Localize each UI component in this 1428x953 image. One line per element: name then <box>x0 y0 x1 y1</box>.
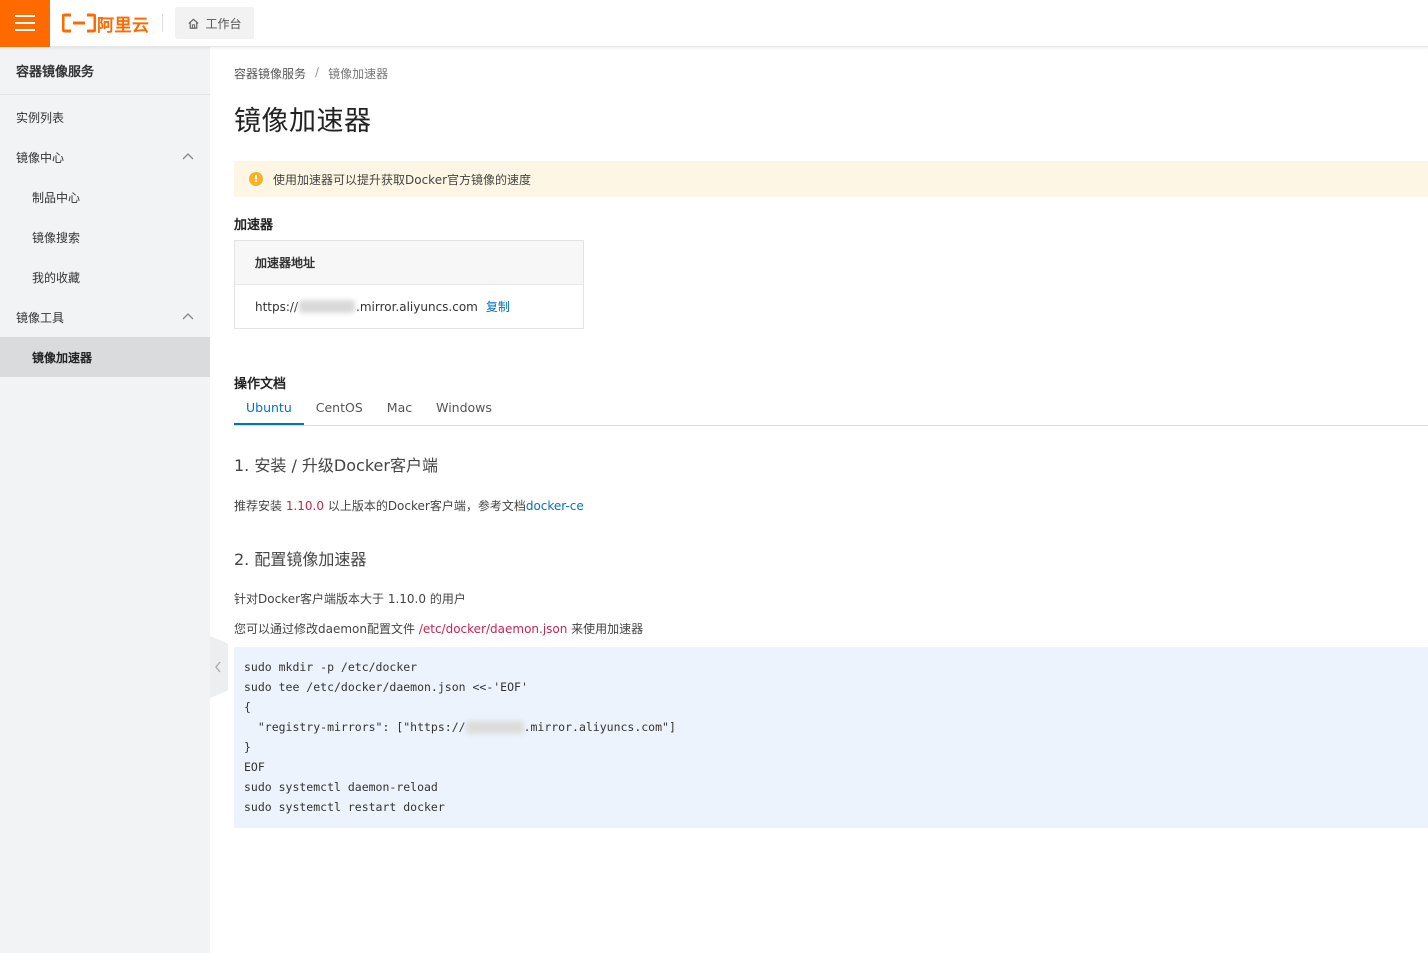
step2-title: 2. 配置镜像加速器 <box>234 550 367 569</box>
sidebar-item-label: 制品中心 <box>32 190 81 205</box>
tab-ubuntu[interactable]: Ubuntu <box>234 398 304 425</box>
sidebar-group-image-center[interactable]: 镜像中心 <box>0 137 210 177</box>
aliyun-logo[interactable]: 阿里云 <box>62 0 150 47</box>
sidebar-item-label: 镜像搜索 <box>32 230 81 245</box>
docs-heading: 操作文档 <box>234 377 287 392</box>
sidebar-item-label: 镜像工具 <box>16 310 65 325</box>
sidebar-item-label: 镜像加速器 <box>32 350 93 365</box>
warning-icon: ! <box>249 172 263 186</box>
step2-line2-before: 您可以通过修改daemon配置文件 <box>234 622 419 636</box>
step2-line2-after: 来使用加速器 <box>567 622 644 636</box>
code-line: { <box>244 700 251 714</box>
tab-mac[interactable]: Mac <box>375 398 424 425</box>
code-line-before: "registry-mirrors": ["https:// <box>244 720 466 734</box>
divider <box>161 14 163 32</box>
home-icon <box>187 18 199 29</box>
tab-windows[interactable]: Windows <box>424 398 504 425</box>
info-notice: ! 使用加速器可以提升获取Docker官方镜像的速度 <box>234 161 1428 197</box>
step2-line2: 您可以通过修改daemon配置文件 /etc/docker/daemon.jso… <box>234 620 1428 637</box>
docker-ce-link[interactable]: docker-ce <box>526 499 584 513</box>
sidebar-group-image-tools[interactable]: 镜像工具 <box>0 297 210 337</box>
step1-text-after: 以上版本的Docker客户端，参考文档 <box>324 499 526 513</box>
redacted-id <box>299 300 356 313</box>
page-title: 镜像加速器 <box>234 106 372 137</box>
logo-text: 阿里云 <box>97 15 150 36</box>
sidebar-item-label: 镜像中心 <box>16 150 65 165</box>
step1-text-before: 推荐安装 <box>234 499 286 513</box>
step2-line1: 针对Docker客户端版本大于 1.10.0 的用户 <box>234 592 466 606</box>
main-content: 容器镜像服务 / 镜像加速器 镜像加速器 ! 使用加速器可以提升获取Docker… <box>234 47 1428 828</box>
sidebar-item-my-favorites[interactable]: 我的收藏 <box>0 257 210 297</box>
step1-text: 推荐安装 1.10.0 以上版本的Docker客户端，参考文档docker-ce <box>234 497 1428 514</box>
breadcrumb-item-home[interactable]: 容器镜像服务 <box>234 65 306 82</box>
sidebar-item-instance-list[interactable]: 实例列表 <box>0 97 210 137</box>
sidebar-item-image-search[interactable]: 镜像搜索 <box>0 217 210 257</box>
table-row: https:// .mirror.aliyuncs.com 复制 <box>235 285 583 328</box>
tab-centos[interactable]: CentOS <box>304 398 375 425</box>
address-suffix: .mirror.aliyuncs.com <box>356 299 478 314</box>
sidebar-item-label: 我的收藏 <box>32 270 81 285</box>
sidebar-item-label: 实例列表 <box>16 110 65 125</box>
code-line: "registry-mirrors": ["https:// .mirror.al… <box>244 717 1418 737</box>
hamburger-icon[interactable] <box>0 0 50 47</box>
redacted-id <box>465 721 524 734</box>
accelerator-heading: 加速器 <box>234 218 274 233</box>
code-line: sudo mkdir -p /etc/docker <box>244 660 418 674</box>
chevron-left-icon <box>215 661 221 673</box>
code-line: EOF <box>244 760 265 774</box>
aliyun-logo-mark-icon <box>62 13 96 33</box>
notice-text: 使用加速器可以提升获取Docker官方镜像的速度 <box>273 172 532 187</box>
code-line-after: .mirror.aliyuncs.com"] <box>523 720 676 734</box>
version-highlight: 1.10.0 <box>285 499 324 513</box>
workbench-label: 工作台 <box>205 16 242 31</box>
sidebar-item-image-accelerator[interactable]: 镜像加速器 <box>0 337 210 377</box>
breadcrumb: 容器镜像服务 / 镜像加速器 <box>234 65 1428 82</box>
table-header: 加速器地址 <box>235 241 583 285</box>
address-prefix: https:// <box>255 299 299 314</box>
sidebar-collapse-handle[interactable] <box>210 636 228 698</box>
copy-button[interactable]: 复制 <box>486 298 510 315</box>
sidebar-title: 容器镜像服务 <box>0 47 210 95</box>
breadcrumb-item-current: 镜像加速器 <box>328 67 389 81</box>
daemon-path-highlight: /etc/docker/daemon.json <box>418 622 568 636</box>
code-block[interactable]: sudo mkdir -p /etc/docker sudo tee /etc/… <box>234 647 1428 828</box>
step1-title: 1. 安装 / 升级Docker客户端 <box>234 456 438 475</box>
sidebar-item-artifact-center[interactable]: 制品中心 <box>0 177 210 217</box>
accelerator-table: 加速器地址 https:// .mirror.aliyuncs.com 复制 <box>234 240 584 329</box>
os-tabs: Ubuntu CentOS Mac Windows <box>234 399 1428 426</box>
workbench-button[interactable]: 工作台 <box>174 7 254 39</box>
chevron-up-icon <box>182 153 194 160</box>
chevron-up-icon <box>182 313 194 320</box>
sidebar: 容器镜像服务 实例列表 镜像中心 制品中心 镜像搜索 我的收藏 镜像工具 镜像加… <box>0 47 210 953</box>
code-line: sudo systemctl restart docker <box>244 800 445 814</box>
top-navbar: 阿里云 工作台 <box>0 0 1428 47</box>
code-line: } <box>244 740 251 754</box>
code-line: sudo systemctl daemon-reload <box>244 780 438 794</box>
breadcrumb-separator: / <box>315 65 320 79</box>
code-line: sudo tee /etc/docker/daemon.json <<-'EOF… <box>244 680 528 694</box>
